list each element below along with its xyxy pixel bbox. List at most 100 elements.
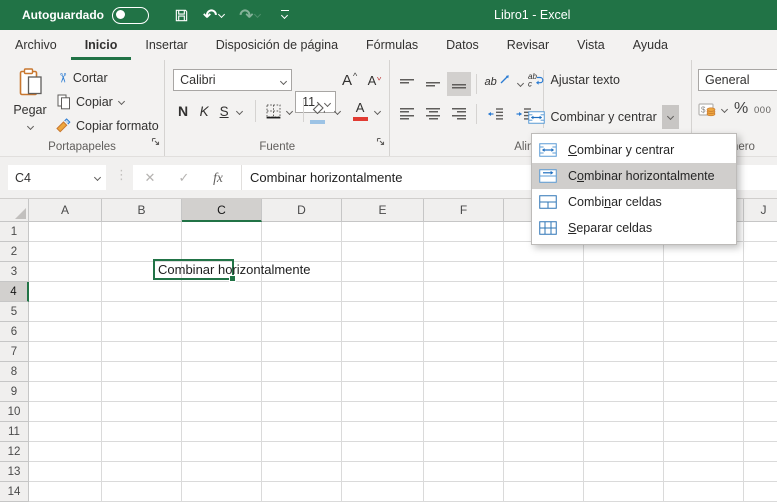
grid-cell-a11[interactable] [29,422,102,442]
grid-cell-h11[interactable] [584,422,664,442]
grid-cell-b8[interactable] [102,362,182,382]
grid-cell-i6[interactable] [664,322,744,342]
grid-cell-c1[interactable] [182,222,262,242]
grid-cell-d10[interactable] [262,402,342,422]
row-header-11[interactable]: 11 [0,422,29,442]
grid-cell-b11[interactable] [102,422,182,442]
grid-cell-a10[interactable] [29,402,102,422]
grid-cell-a12[interactable] [29,442,102,462]
grid-cell-j10[interactable] [744,402,777,422]
tab-inicio[interactable]: Inicio [71,30,132,60]
grid-cell-a1[interactable] [29,222,102,242]
decrease-indent-button[interactable] [482,102,508,126]
grid-cell-c6[interactable] [182,322,262,342]
grid-cell-j5[interactable] [744,302,777,322]
row-header-13[interactable]: 13 [0,462,29,482]
orientation-chevron-icon[interactable] [516,80,524,88]
grid-cell-f11[interactable] [424,422,504,442]
grid-cell-i5[interactable] [664,302,744,322]
grid-cell-i9[interactable] [664,382,744,402]
underline-chevron-icon[interactable] [235,108,243,116]
grid-cell-e5[interactable] [342,302,424,322]
decrease-font-button[interactable]: A ^ [363,69,386,91]
clipboard-dialog-launcher[interactable] [151,134,161,152]
grid-cell-h14[interactable] [584,482,664,502]
grid-cell-a13[interactable] [29,462,102,482]
menu-item-combinar-y-centrar[interactable]: Combinar y centrar [532,137,736,163]
percent-style-button[interactable]: % [734,100,748,118]
grid-cell-d4[interactable] [262,282,342,302]
grid-cell-g11[interactable] [504,422,584,442]
grid-cell-b4[interactable] [102,282,182,302]
grid-cell-d2[interactable] [262,242,342,262]
align-bottom-button[interactable] [447,72,472,96]
select-all-corner[interactable] [0,199,29,222]
grid-cell-h9[interactable] [584,382,664,402]
accounting-format-button[interactable]: $ [698,102,728,118]
grid-cell-j7[interactable] [744,342,777,362]
grid-cell-g13[interactable] [504,462,584,482]
tab-ayuda[interactable]: Ayuda [619,30,682,60]
grid-cell-h2[interactable] [584,242,664,262]
grid-cell-b12[interactable] [102,442,182,462]
grid-cell-c8[interactable] [182,362,262,382]
grid-cell-f13[interactable] [424,462,504,482]
tab-disposicion-de-pagina[interactable]: Disposición de página [202,30,352,60]
fill-color-button[interactable] [310,101,330,124]
row-header-2[interactable]: 2 [0,242,29,262]
grid-cell-c9[interactable] [182,382,262,402]
column-header-e[interactable]: E [342,199,424,222]
grid-cell-c12[interactable] [182,442,262,462]
align-left-button[interactable] [395,102,419,126]
grid-cell-b14[interactable] [102,482,182,502]
grid-cell-g8[interactable] [504,362,584,382]
align-right-button[interactable] [447,102,471,126]
tab-insertar[interactable]: Insertar [131,30,201,60]
grid-cell-e4[interactable] [342,282,424,302]
grid-cell-e1[interactable] [342,222,424,242]
autosave-control[interactable]: Autoguardado [22,6,149,24]
active-cell-c4[interactable]: Combinar horizontalmente [153,259,310,282]
grid-cell-g6[interactable] [504,322,584,342]
grid-cell-e7[interactable] [342,342,424,362]
increase-font-button[interactable]: A ^ [338,69,361,91]
grid-cell-e8[interactable] [342,362,424,382]
grid-cell-c11[interactable] [182,422,262,442]
grid-cell-e12[interactable] [342,442,424,462]
tab-datos[interactable]: Datos [432,30,493,60]
row-header-14[interactable]: 14 [0,482,29,502]
grid-cell-j8[interactable] [744,362,777,382]
grid-cell-a6[interactable] [29,322,102,342]
grid-cell-f4[interactable] [424,282,504,302]
grid-cell-g5[interactable] [504,302,584,322]
grid-cell-a5[interactable] [29,302,102,322]
grid-cell-c4[interactable] [182,282,262,302]
tab-archivo[interactable]: Archivo [1,30,71,60]
grid-cell-b5[interactable] [102,302,182,322]
formula-input[interactable]: Combinar horizontalmente [250,170,402,185]
grid-cell-b10[interactable] [102,402,182,422]
grid-cell-j1[interactable] [744,222,777,242]
tab-vista[interactable]: Vista [563,30,619,60]
row-header-3[interactable]: 3 [0,262,29,282]
column-header-a[interactable]: A [29,199,102,222]
grid-cell-c14[interactable] [182,482,262,502]
grid-cell-f7[interactable] [424,342,504,362]
wrap-text-button[interactable]: ab c Ajustar texto [528,73,619,87]
column-header-c[interactable]: C [182,199,262,222]
font-dialog-launcher[interactable] [376,134,386,152]
borders-chevron-icon[interactable] [285,108,293,116]
row-header-7[interactable]: 7 [0,342,29,362]
grid-cell-d7[interactable] [262,342,342,362]
grid-cell-g14[interactable] [504,482,584,502]
grid-cell-h5[interactable] [584,302,664,322]
grid-cell-f10[interactable] [424,402,504,422]
grid-cell-e10[interactable] [342,402,424,422]
name-box[interactable]: C4 [8,165,106,190]
menu-item-combinar-horizontalmente[interactable]: Combinar horizontalmente [532,163,736,189]
autosave-toggle[interactable] [112,6,149,24]
column-header-f[interactable]: F [424,199,504,222]
grid-cell-g9[interactable] [504,382,584,402]
grid-cell-a9[interactable] [29,382,102,402]
grid-cell-f8[interactable] [424,362,504,382]
